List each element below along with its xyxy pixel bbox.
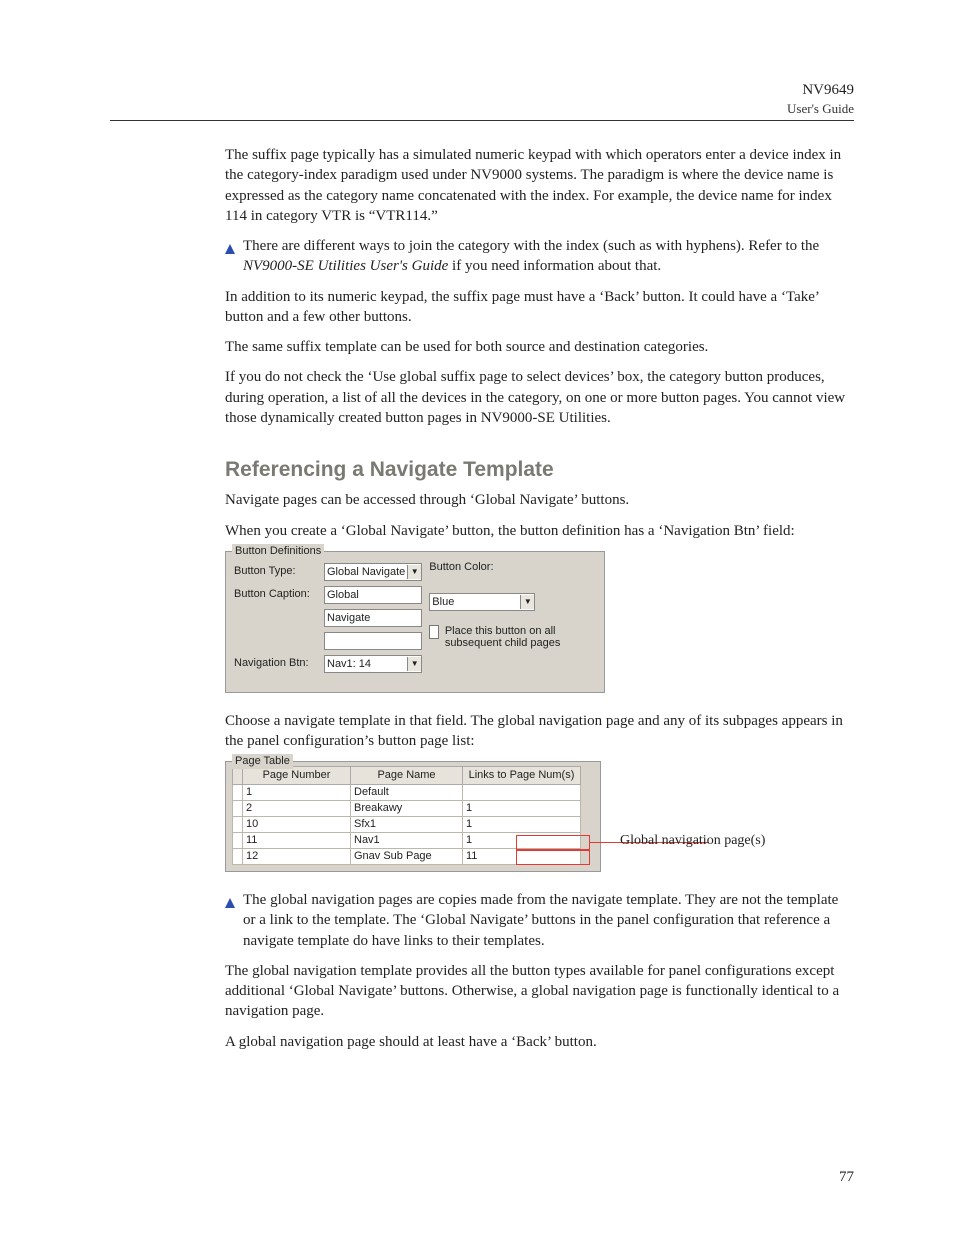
table-row[interactable]: 2Breakawy1 (233, 801, 581, 817)
table-row[interactable]: 12Gnav Sub Page11 (233, 849, 581, 865)
body-para: The suffix page typically has a simulate… (225, 145, 854, 226)
page-header: NV9649 User's Guide (787, 80, 854, 118)
input-caption-line1[interactable]: Global (324, 586, 422, 604)
cell-page-number: 1 (243, 785, 351, 801)
body-para: In addition to its numeric keypad, the s… (225, 287, 854, 328)
cell-links: 1 (463, 833, 581, 849)
row-grip[interactable] (233, 849, 243, 865)
label-button-type: Button Type: (234, 564, 318, 579)
page-number: 77 (839, 1167, 854, 1187)
dropdown-button-type[interactable]: Global Navigate ▼ (324, 563, 422, 581)
cell-page-number: 11 (243, 833, 351, 849)
product-name: NV9649 (787, 80, 854, 100)
cell-page-name: Breakawy (351, 801, 463, 817)
cell-page-number: 12 (243, 849, 351, 865)
cell-page-name: Gnav Sub Page (351, 849, 463, 865)
row-grip[interactable] (233, 817, 243, 833)
table-row[interactable]: 10Sfx11 (233, 817, 581, 833)
body-para: A global navigation page should at least… (225, 1032, 854, 1052)
input-caption-line3[interactable] (324, 632, 422, 650)
cell-page-number: 2 (243, 801, 351, 817)
cell-page-name: Default (351, 785, 463, 801)
chevron-down-icon: ▼ (407, 565, 421, 579)
row-grip[interactable] (233, 785, 243, 801)
table-header: Links to Page Num(s) (463, 767, 581, 785)
table-row[interactable]: 11Nav11 (233, 833, 581, 849)
cell-links: 1 (463, 801, 581, 817)
doc-subtitle: User's Guide (787, 100, 854, 118)
chevron-down-icon: ▼ (407, 657, 421, 671)
row-grip[interactable] (233, 801, 243, 817)
section-heading: Referencing a Navigate Template (225, 456, 854, 484)
cell-page-name: Sfx1 (351, 817, 463, 833)
label-button-color: Button Color: (429, 560, 493, 575)
note-text: The global navigation pages are copies m… (243, 890, 854, 951)
body-para: If you do not check the ‘Use global suff… (225, 367, 854, 428)
row-grip[interactable] (233, 833, 243, 849)
chevron-down-icon: ▼ (520, 595, 534, 609)
table-header: Page Name (351, 767, 463, 785)
table-header: Page Number (243, 767, 351, 785)
note-text: There are different ways to join the cat… (243, 236, 854, 277)
note-block: The global navigation pages are copies m… (225, 890, 854, 951)
dropdown-navigation-btn[interactable]: Nav1: 14 ▼ (324, 655, 422, 673)
body-para: The same suffix template can be used for… (225, 337, 854, 357)
input-caption-line2[interactable]: Navigate (324, 609, 422, 627)
cell-page-number: 10 (243, 817, 351, 833)
button-definitions-panel: Button Definitions Button Type: Global N… (225, 551, 605, 693)
page-table: Page Number Page Name Links to Page Num(… (232, 766, 581, 865)
body-para: The global navigation template provides … (225, 961, 854, 1022)
page-table-panel: Page Table Page Number Page Name Links t… (225, 761, 601, 872)
table-grip-header (233, 767, 243, 785)
callout-label: Global navigation page(s) (620, 832, 765, 851)
dropdown-button-color[interactable]: Blue ▼ (429, 593, 535, 611)
triangle-icon (225, 894, 235, 951)
checkbox-place-on-child[interactable] (429, 625, 439, 639)
panel-legend: Button Definitions (232, 544, 324, 559)
cell-page-name: Nav1 (351, 833, 463, 849)
label-button-caption: Button Caption: (234, 587, 318, 602)
checkbox-label: Place this button on all subsequent chil… (445, 625, 589, 650)
cell-links (463, 785, 581, 801)
label-navigation-btn: Navigation Btn: (234, 656, 318, 671)
page-content: The suffix page typically has a simulate… (225, 145, 854, 1062)
panel-legend: Page Table (232, 754, 293, 769)
triangle-icon (225, 240, 235, 277)
body-para: When you create a ‘Global Navigate’ butt… (225, 521, 854, 541)
body-para: Choose a navigate template in that field… (225, 711, 854, 752)
body-para: Navigate pages can be accessed through ‘… (225, 490, 854, 510)
header-rule (110, 120, 854, 121)
table-row[interactable]: 1Default (233, 785, 581, 801)
cell-links: 1 (463, 817, 581, 833)
cell-links: 11 (463, 849, 581, 865)
note-block: There are different ways to join the cat… (225, 236, 854, 277)
